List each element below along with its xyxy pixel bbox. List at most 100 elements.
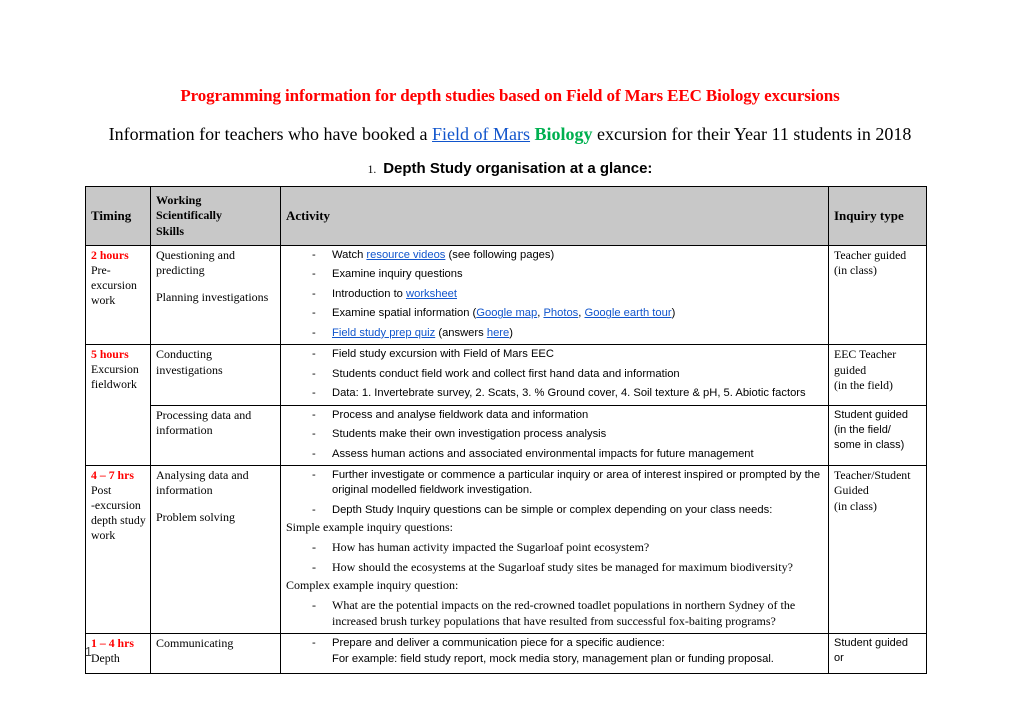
activity-item: Field study prep quiz (answers here) xyxy=(286,326,824,342)
inquiry-line: EEC Teacher xyxy=(834,347,897,362)
timing-sub-line: fieldwork xyxy=(91,377,137,392)
activity-item: How should the ecosystems at the Sugarlo… xyxy=(286,559,824,576)
activity-plain-line: Complex example inquiry question: xyxy=(286,577,459,592)
timing-sub-line: depth study xyxy=(91,513,146,528)
inquiry-line: Guided xyxy=(834,483,869,498)
wss-line: Questioning and xyxy=(156,248,235,262)
inquiry-line: Teacher/Student xyxy=(834,467,911,482)
field-of-mars-link[interactable]: Field of Mars xyxy=(432,124,530,144)
wss-line: Processing data and xyxy=(156,407,252,422)
table-row: 1 – 4 hrs Depth Communicating Prepare an… xyxy=(85,632,927,674)
column-header-timing: Timing xyxy=(85,186,151,246)
inquiry-line: Student guided xyxy=(834,408,909,421)
page-title: Programming information for depth studie… xyxy=(180,86,840,105)
wss-header-line-3: Skills xyxy=(156,223,185,238)
document-subtitle: Information for teachers who have booked… xyxy=(45,124,975,145)
wss-line: Planning investigations xyxy=(156,289,269,304)
wss-spacer xyxy=(156,499,276,510)
subtitle-biology-text: Biology xyxy=(534,124,593,144)
inquiry-type-cell: Student guided (in the field/ some in cl… xyxy=(828,404,927,466)
activity-item: Students make their own investigation pr… xyxy=(286,427,824,443)
wss-line: information xyxy=(156,422,213,437)
inquiry-line: (in class) xyxy=(834,263,877,278)
inquiry-line: (in the field) xyxy=(834,377,893,392)
activity-link[interactable]: Google earth tour xyxy=(585,307,672,319)
working-scientifically-cell: Communicating xyxy=(150,632,281,674)
table-header-row: Timing Working Scientifically Skills Act… xyxy=(85,186,927,246)
timing-cell: 4 – 7 hrs Post -excursion depth study wo… xyxy=(85,464,151,634)
timing-sub-line: -excursion xyxy=(91,498,141,513)
activity-item: What are the potential impacts on the re… xyxy=(286,597,824,630)
column-header-inquiry-type: Inquiry type xyxy=(828,186,927,246)
inquiry-line: (in the field/ xyxy=(834,423,891,436)
table-row: 2 hours Pre- excursion work Questioning … xyxy=(85,244,927,346)
activity-bullet-list: Process and analyse fieldwork data and i… xyxy=(286,408,824,463)
timing-sub-line: work xyxy=(91,293,116,308)
table-body: 2 hours Pre- excursion work Questioning … xyxy=(85,244,927,674)
column-header-working-scientifically: Working Scientifically Skills xyxy=(150,186,281,246)
activity-link[interactable]: Google map xyxy=(476,307,537,319)
subtitle-text-before: Information for teachers who have booked… xyxy=(108,124,433,144)
activity-item: Introduction to worksheet xyxy=(286,287,824,303)
document-page: Programming information for depth studie… xyxy=(0,0,1020,721)
timing-sub-line: excursion xyxy=(91,278,137,293)
inquiry-type-cell: EEC Teacher guided (in the field) xyxy=(828,344,927,406)
activity-item: Students conduct field work and collect … xyxy=(286,367,824,383)
activity-bullet-list: Further investigate or commence a partic… xyxy=(286,468,824,519)
activity-item: Depth Study Inquiry questions can be sim… xyxy=(286,503,824,519)
section-heading-text: Depth Study organisation at a glance: xyxy=(383,160,653,177)
timing-cell: 1 – 4 hrs Depth xyxy=(85,632,151,674)
wss-line: Communicating xyxy=(156,635,234,650)
activity-plain-line: Simple example inquiry questions: xyxy=(286,520,453,535)
activity-cell: Watch resource videos (see following pag… xyxy=(280,244,829,346)
activity-link[interactable]: here xyxy=(487,327,509,339)
activity-item: Prepare and deliver a communication piec… xyxy=(286,636,824,652)
activity-link[interactable]: Field study prep quiz xyxy=(332,327,435,339)
activity-cell: Further investigate or commence a partic… xyxy=(280,464,829,634)
activity-link[interactable]: worksheet xyxy=(406,288,457,300)
timing-cell: 5 hours Excursion fieldwork xyxy=(85,344,151,466)
timing-cell: 2 hours Pre- excursion work xyxy=(85,244,151,346)
activity-bullet-list: What are the potential impacts on the re… xyxy=(286,597,824,630)
inquiry-line: or xyxy=(834,651,844,664)
activity-item: Field study excursion with Field of Mars… xyxy=(286,347,824,363)
wss-line: Problem solving xyxy=(156,509,236,524)
wss-header-line-1: Working xyxy=(156,192,202,207)
timing-hours: 5 hours xyxy=(91,347,129,362)
inquiry-line: Student guided xyxy=(834,636,909,649)
timing-hours: 2 hours xyxy=(91,248,129,262)
wss-line: predicting xyxy=(156,263,205,278)
timing-hours: 4 – 7 hrs xyxy=(91,467,134,482)
activity-cell: Field study excursion with Field of Mars… xyxy=(280,344,829,406)
timing-sub-line: Excursion xyxy=(91,362,139,377)
wss-line: information xyxy=(156,483,213,498)
section-number: 1. xyxy=(367,164,377,176)
activity-link[interactable]: Photos xyxy=(543,307,578,319)
wss-line: Analysing data and xyxy=(156,467,249,482)
activity-bullet-list: How has human activity impacted the Suga… xyxy=(286,539,824,576)
activity-item: Process and analyse fieldwork data and i… xyxy=(286,408,824,424)
wss-line: investigations xyxy=(156,362,223,377)
inquiry-line: (in class) xyxy=(834,498,877,513)
timing-sub-line: Pre- xyxy=(91,263,111,278)
inquiry-type-cell: Student guided or xyxy=(828,632,927,674)
working-scientifically-cell: Processing data and information xyxy=(150,404,281,466)
timing-sub-line: Depth xyxy=(91,650,120,665)
activity-item: Data: 1. Invertebrate survey, 2. Scats, … xyxy=(286,386,824,402)
activity-bullet-list: Prepare and deliver a communication piec… xyxy=(286,636,824,652)
working-scientifically-cell: Conducting investigations xyxy=(150,344,281,406)
table-row: 5 hours Excursion fieldwork Conducting i… xyxy=(85,344,927,466)
activity-cell: Process and analyse fieldwork data and i… xyxy=(280,404,829,466)
activity-continuation-line: For example: field study report, mock me… xyxy=(332,653,774,666)
activity-bullet-list: Field study excursion with Field of Mars… xyxy=(286,347,824,402)
section-heading: 1. Depth Study organisation at a glance: xyxy=(60,160,960,178)
timing-sub-line: work xyxy=(91,528,116,543)
working-scientifically-cell: Questioning and predicting Planning inve… xyxy=(150,244,281,346)
activity-item: How has human activity impacted the Suga… xyxy=(286,539,824,556)
timing-hours: 1 – 4 hrs xyxy=(91,635,134,650)
timing-sub-line: Post xyxy=(91,483,112,498)
wss-line: Conducting xyxy=(156,347,212,362)
inquiry-type-cell: Teacher guided (in class) xyxy=(828,244,927,346)
activity-link[interactable]: resource videos xyxy=(366,249,445,261)
table-row: Processing data and information Process … xyxy=(86,404,927,466)
